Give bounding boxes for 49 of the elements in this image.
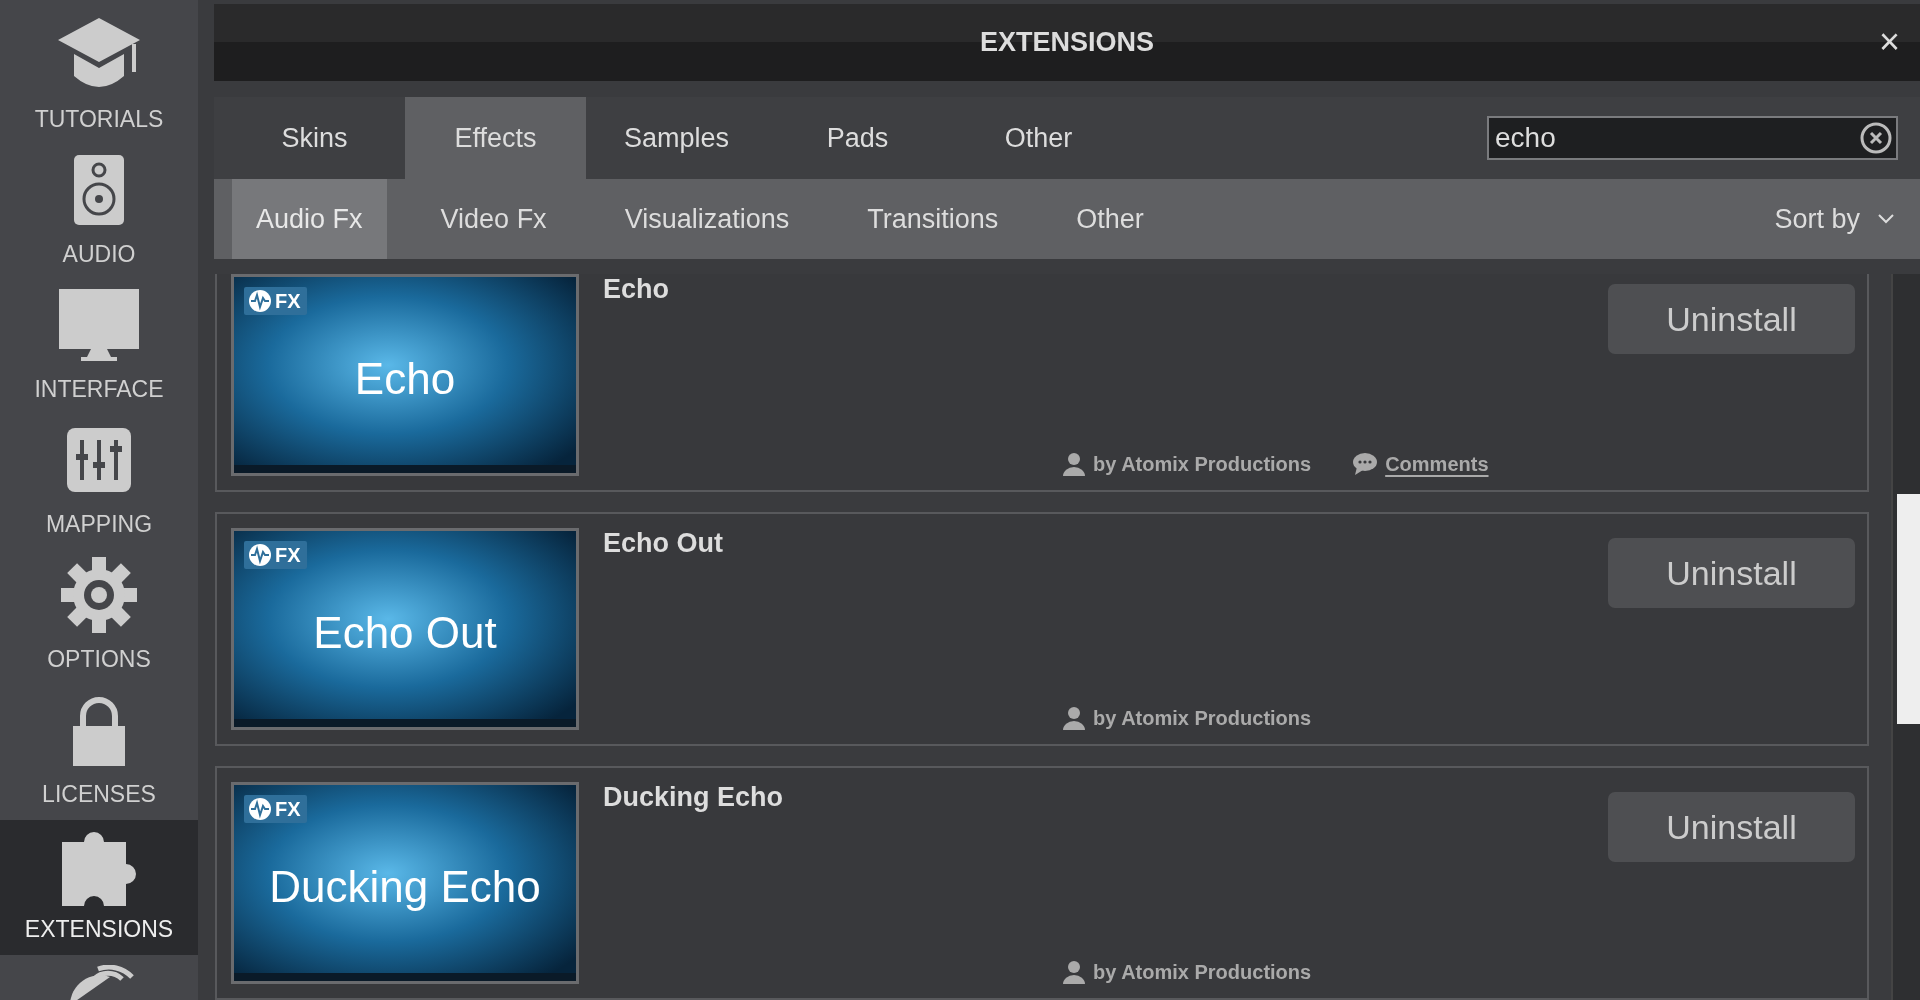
clear-icon[interactable]: [1860, 122, 1892, 154]
filter-tab[interactable]: Video Fx: [416, 179, 571, 259]
author-label: by Atomix Productions: [1063, 706, 1312, 730]
filter-tab[interactable]: Audio Fx: [232, 179, 387, 259]
tab[interactable]: Skins: [224, 97, 405, 179]
window-title: EXTENSIONS: [979, 27, 1154, 58]
mixer-sliders-icon: [67, 428, 131, 492]
author-label: by Atomix Productions: [1063, 960, 1312, 984]
close-button[interactable]: ×: [1872, 24, 1906, 60]
tab[interactable]: Other: [948, 97, 1129, 179]
thumbnail-title: Echo: [354, 354, 456, 404]
sidebar-item[interactable]: EXTENSIONS: [0, 820, 198, 955]
filter-tab[interactable]: Transitions: [843, 179, 1023, 259]
sidebar-item[interactable]: INTERFACE: [0, 280, 198, 415]
monitor-icon: [59, 289, 139, 361]
sidebar-item[interactable]: MAPPING: [0, 415, 198, 550]
chevron-down-icon: [1878, 214, 1894, 224]
extension-title: Ducking Echo: [603, 782, 785, 813]
fx-badge: FX: [244, 795, 307, 823]
filter-tab[interactable]: Other: [1052, 179, 1168, 259]
tab[interactable]: Pads: [767, 97, 948, 179]
sidebar-item[interactable]: AUDIO: [0, 145, 198, 280]
sidebar-item[interactable]: TUTORIALS: [0, 10, 198, 145]
comments-link[interactable]: Comments: [1353, 452, 1489, 476]
author-label: by Atomix Productions: [1063, 452, 1312, 476]
user-icon: [1063, 452, 1085, 476]
sidebar-item[interactable]: OPTIONS: [0, 550, 198, 685]
uninstall-button[interactable]: Uninstall: [1608, 792, 1855, 862]
tab[interactable]: Effects: [405, 97, 586, 179]
extension-title: Echo: [603, 274, 670, 305]
user-icon: [1063, 960, 1085, 984]
fx-badge: FX: [244, 541, 307, 569]
user-icon: [1063, 706, 1085, 730]
padlock-icon: [73, 694, 125, 766]
thumbnail-title: Echo Out: [313, 608, 497, 658]
speaker-icon: [74, 155, 124, 225]
sort-dropdown[interactable]: Sort by: [1768, 202, 1900, 236]
uninstall-button[interactable]: Uninstall: [1608, 538, 1855, 608]
search-field[interactable]: echo: [1487, 116, 1898, 160]
tab[interactable]: Samples: [586, 97, 767, 179]
speech-bubble-icon: [1353, 453, 1378, 475]
sidebar-item[interactable]: LICENSES: [0, 685, 198, 820]
extension-title: Echo Out: [603, 528, 724, 559]
scrollbar[interactable]: [1891, 274, 1920, 1000]
uninstall-button[interactable]: Uninstall: [1608, 284, 1855, 354]
fx-badge: FX: [244, 287, 307, 315]
gear-icon: [61, 557, 137, 633]
filter-tab[interactable]: Visualizations: [600, 179, 814, 259]
thumbnail-title: Ducking Echo: [269, 862, 541, 912]
